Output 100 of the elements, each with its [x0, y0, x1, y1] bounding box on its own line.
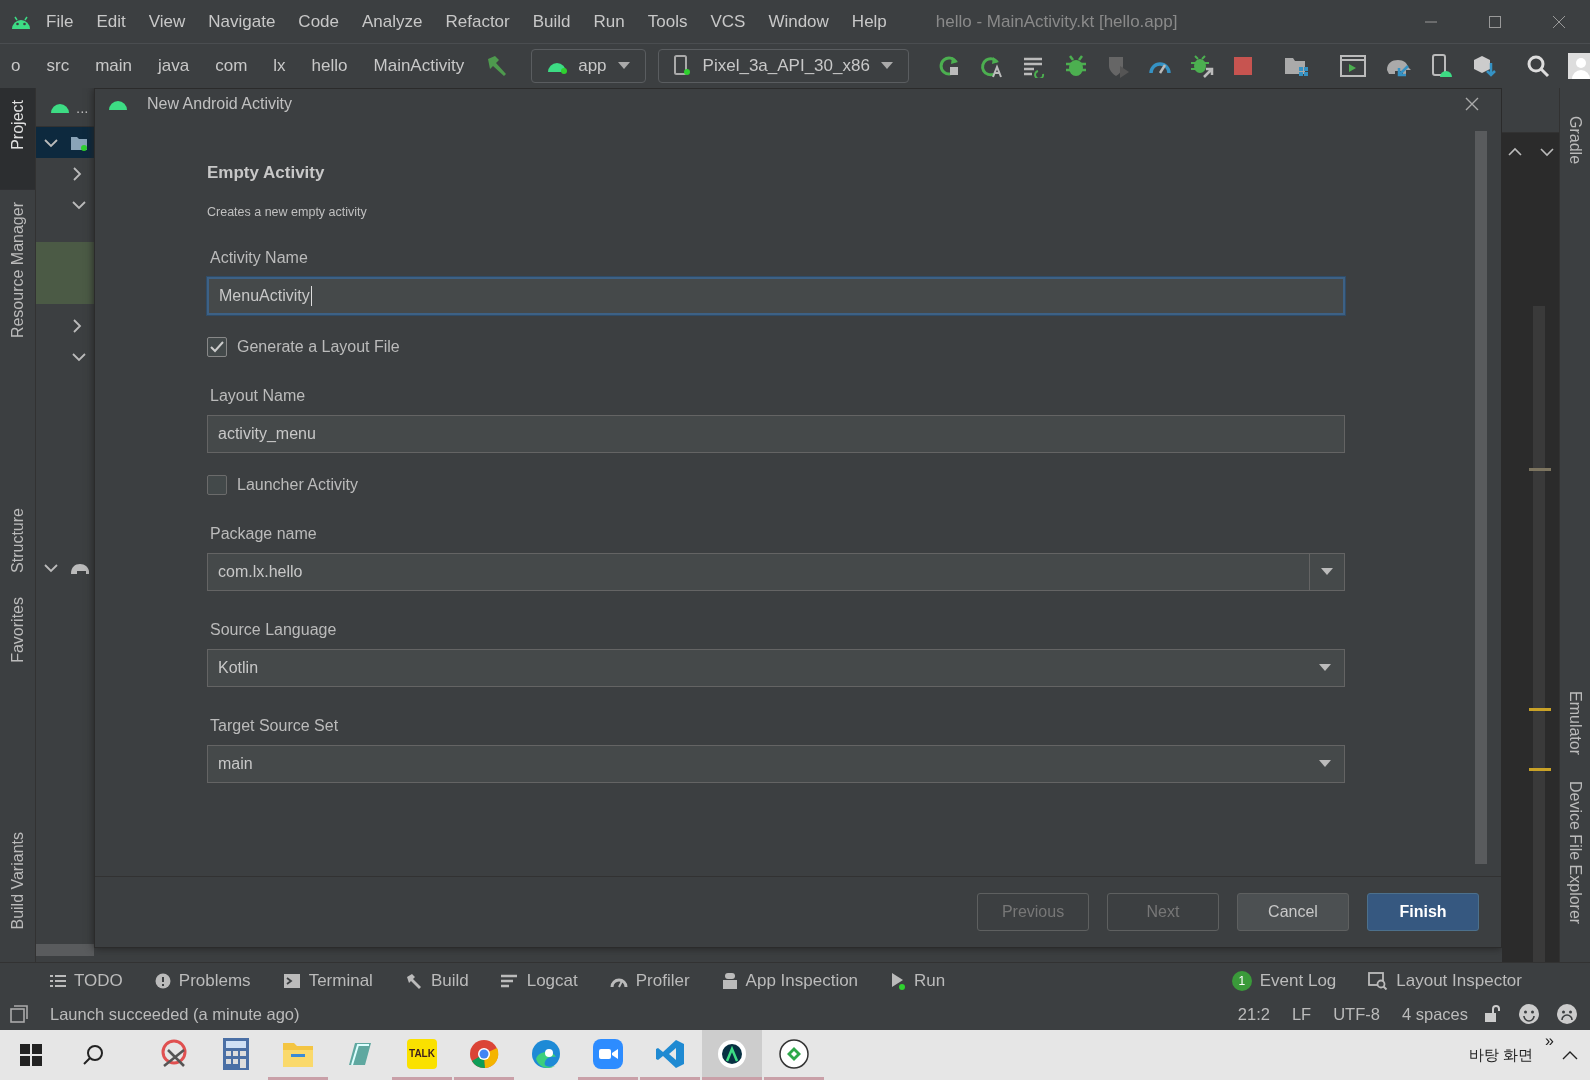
breadcrumb-item[interactable]: lx: [273, 56, 286, 76]
chevron-down-icon[interactable]: [72, 199, 86, 210]
windows-start-icon[interactable]: [20, 1044, 42, 1066]
caret-up-icon[interactable]: [1508, 147, 1522, 157]
dialog-button[interactable]: Cancel: [1237, 893, 1349, 931]
scrollbar[interactable]: [36, 944, 94, 956]
checkbox-label[interactable]: Generate a Layout File: [237, 338, 400, 356]
panel-toggle-icon[interactable]: [10, 1005, 28, 1023]
tool-window-tab[interactable]: Emulator: [1566, 682, 1584, 773]
tool-window-tab[interactable]: Build Variants: [0, 820, 35, 942]
status-item[interactable]: LF: [1291, 1004, 1312, 1024]
combo-field[interactable]: com.lx.hello: [207, 553, 1345, 591]
tool-window-button[interactable]: App Inspection: [721, 970, 859, 991]
tool-window-tab[interactable]: Gradle: [1566, 108, 1584, 183]
breadcrumb-item[interactable]: o: [11, 56, 21, 76]
status-item[interactable]: 4 spaces: [1401, 1004, 1468, 1024]
phone-icon: [672, 55, 693, 77]
scrollbar[interactable]: [1475, 131, 1487, 864]
caret-down-icon[interactable]: [1540, 147, 1554, 157]
close-icon[interactable]: [1465, 97, 1479, 111]
scrollbar[interactable]: [1533, 306, 1545, 962]
bug-attach-icon[interactable]: [1189, 54, 1214, 78]
menu-item[interactable]: Refactor: [445, 11, 510, 32]
menu-item[interactable]: Edit: [96, 11, 126, 32]
tool-window-button[interactable]: Run: [890, 970, 946, 991]
menu-item[interactable]: View: [148, 11, 186, 32]
menu-item[interactable]: Run: [593, 11, 625, 32]
cube-download-icon[interactable]: [1471, 54, 1496, 78]
breadcrumb-item[interactable]: main: [95, 56, 132, 76]
chevron-down-icon[interactable]: [72, 351, 86, 362]
maximize-icon[interactable]: [1488, 14, 1502, 29]
tool-window-button[interactable]: Layout Inspector: [1368, 970, 1522, 991]
text-field[interactable]: activity_menu: [207, 415, 1345, 453]
status-item[interactable]: UTF-8: [1333, 1004, 1380, 1024]
checkbox[interactable]: [207, 475, 227, 495]
smiley-icon[interactable]: [1518, 1003, 1540, 1025]
terminal-window-icon[interactable]: [1339, 55, 1366, 77]
tool-window-button[interactable]: TODO: [50, 970, 123, 991]
checkbox-label[interactable]: Launcher Activity: [237, 476, 358, 494]
menu-item[interactable]: Help: [851, 11, 887, 32]
tool-window-button[interactable]: Profiler: [609, 970, 690, 991]
tool-window-button[interactable]: Terminal: [282, 970, 373, 991]
breadcrumb-item[interactable]: hello: [311, 56, 348, 76]
caret-down-icon: [1318, 664, 1332, 672]
breadcrumb-item[interactable]: java: [158, 56, 190, 76]
device-manager-icon[interactable]: [1429, 54, 1454, 78]
chevron-down-icon[interactable]: [44, 562, 58, 573]
breadcrumb-item[interactable]: com: [215, 56, 248, 76]
apply-changes-icon[interactable]: [979, 54, 1004, 78]
tool-window-button[interactable]: Problems: [154, 970, 251, 991]
unlocked-icon[interactable]: [1484, 1005, 1502, 1023]
avatar-icon[interactable]: [1567, 53, 1590, 79]
tool-window-tab[interactable]: Device File Explorer: [1566, 772, 1584, 942]
chevron-right-icon[interactable]: [72, 166, 82, 181]
frown-icon[interactable]: [1556, 1003, 1578, 1025]
run-config-dropdown[interactable]: app: [531, 49, 646, 83]
text-field[interactable]: MenuActivity: [207, 277, 1345, 315]
tool-window-button[interactable]: Logcat: [500, 970, 578, 991]
tool-window-tab[interactable]: Favorites: [0, 584, 35, 675]
dropdown-field[interactable]: Kotlin: [207, 649, 1345, 687]
caret-down-icon[interactable]: [1320, 568, 1334, 576]
caret-down-icon: [1318, 760, 1332, 768]
menu-item[interactable]: Analyze: [362, 11, 423, 32]
close-icon[interactable]: [1552, 14, 1566, 29]
tool-window-tab[interactable]: Project: [0, 88, 35, 190]
status-item[interactable]: 21:2: [1237, 1004, 1270, 1024]
menu-item[interactable]: Build: [532, 11, 571, 32]
tool-window-button[interactable]: Build: [404, 970, 469, 991]
search-icon[interactable]: [1525, 54, 1550, 78]
taskbar-app[interactable]: [702, 1030, 762, 1080]
stripe-marker[interactable]: [1529, 708, 1551, 711]
menu-item[interactable]: Tools: [647, 11, 688, 32]
tool-window-tab[interactable]: Structure: [0, 495, 35, 585]
dropdown-field[interactable]: main: [207, 745, 1345, 783]
chevron-down-icon[interactable]: [44, 137, 58, 148]
menu-item[interactable]: Navigate: [208, 11, 276, 32]
search-icon[interactable]: [82, 1044, 104, 1066]
breadcrumb-item[interactable]: MainActivity: [373, 56, 465, 76]
menu-item[interactable]: Window: [768, 11, 829, 32]
taskbar-app[interactable]: TALK: [392, 1030, 452, 1080]
menu-item[interactable]: Code: [298, 11, 339, 32]
caret-down-icon: [879, 62, 894, 70]
tree-row[interactable]: [36, 127, 94, 158]
device-dropdown[interactable]: Pixel_3a_API_30_x86: [657, 49, 909, 83]
desktop-label[interactable]: 바탕 화면: [1468, 1045, 1534, 1065]
caret-up-icon[interactable]: [1562, 1050, 1578, 1060]
browser-icon: [531, 1038, 561, 1069]
overflow-chevron[interactable]: »: [1545, 1032, 1554, 1050]
stripe-marker[interactable]: [1529, 768, 1551, 771]
tool-window-tab[interactable]: Resource Manager: [0, 189, 35, 350]
chevron-right-icon[interactable]: [72, 318, 82, 333]
dialog-button[interactable]: Finish: [1367, 893, 1479, 931]
bug-icon[interactable]: [1063, 54, 1088, 78]
stripe-marker[interactable]: [1529, 468, 1551, 471]
menu-item[interactable]: File: [46, 11, 74, 32]
tool-window-button[interactable]: 1 Event Log: [1231, 970, 1337, 991]
menu-item[interactable]: VCS: [710, 11, 746, 32]
checkbox[interactable]: [207, 337, 227, 357]
breadcrumb-item[interactable]: src: [46, 56, 70, 76]
stop-icon[interactable]: [1231, 55, 1254, 77]
